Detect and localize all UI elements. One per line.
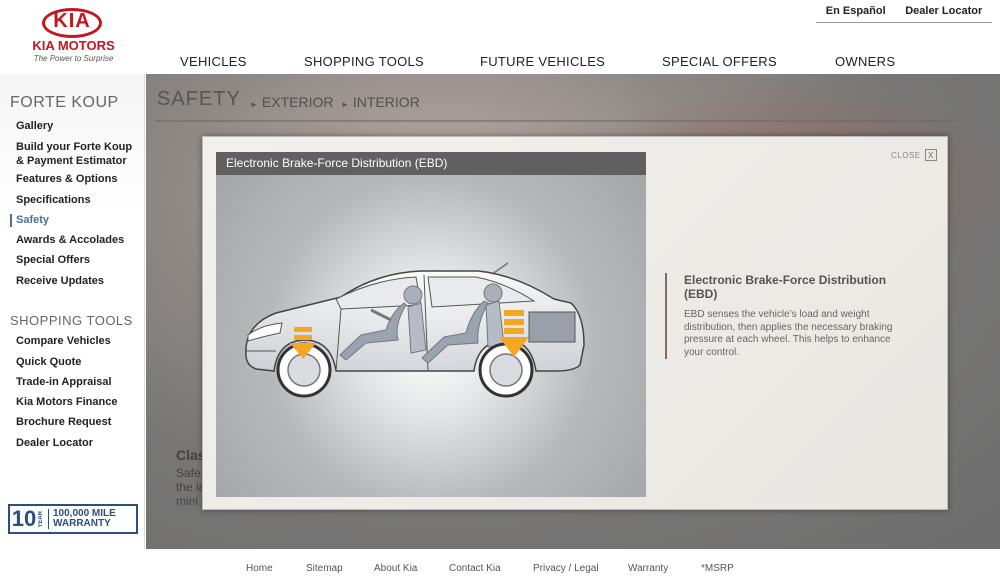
shopping-tools-heading: SHOPPING TOOLS (10, 313, 133, 328)
desc-body: EBD senses the vehicle’s load and weight… (684, 309, 893, 358)
sidebar-item-build[interactable]: Build your Forte Koup (16, 141, 132, 154)
sidebar-item-features[interactable]: Features & Options (16, 173, 117, 186)
footer: Home Sitemap About Kia Contact Kia Priva… (0, 549, 1000, 577)
background-text: the la (176, 480, 206, 494)
sidebar-item-trade-in[interactable]: Trade-in Appraisal (16, 376, 112, 389)
close-icon: X (924, 149, 937, 161)
warranty-line2: WARRANTY (53, 518, 111, 529)
footer-link-warranty[interactable]: Warranty (628, 563, 668, 574)
car-illustration-icon (245, 262, 585, 398)
background-text: Safe (176, 466, 201, 480)
warranty-text: 100,000 MILE WARRANTY (48, 509, 116, 529)
desc-title: Electronic Brake-Force Distribution (EBD… (684, 273, 887, 301)
warranty-year: YEAR (38, 510, 44, 528)
close-label: CLOSE (891, 150, 921, 160)
sidebar-item-finance[interactable]: Kia Motors Finance (16, 396, 117, 409)
dealer-locator-link[interactable]: Dealer Locator (905, 5, 982, 17)
utility-links: En Español Dealer Locator (816, 0, 992, 23)
sidebar-item-compare[interactable]: Compare Vehicles (16, 335, 111, 348)
sidebar-item-build-line2[interactable]: & Payment Estimator (16, 155, 127, 168)
footer-link-home[interactable]: Home (246, 563, 273, 574)
sidebar-item-brochure[interactable]: Brochure Request (16, 416, 111, 429)
sidebar: FORTE KOUP Gallery Build your Forte Koup… (0, 74, 145, 549)
kia-logo[interactable]: KIA KIA MOTORS The Power to Surprise (26, 8, 121, 66)
footer-link-privacy[interactable]: Privacy / Legal (533, 563, 599, 574)
active-indicator (10, 214, 12, 227)
nav-special-offers[interactable]: SPECIAL OFFERS (662, 54, 777, 69)
footer-link-sitemap[interactable]: Sitemap (306, 563, 343, 574)
ebd-animation[interactable] (216, 175, 646, 497)
arrow-right-icon: ► (250, 100, 258, 109)
nav-vehicles[interactable]: VEHICLES (180, 54, 247, 69)
ebd-modal: CLOSE X Electronic Brake-Force Distribut… (202, 136, 948, 510)
title-divider (155, 120, 955, 122)
sidebar-item-receive-updates[interactable]: Receive Updates (16, 275, 104, 288)
warranty-number: 10 (11, 506, 37, 531)
warranty-badge[interactable]: 10 YEAR 100,000 MILE WARRANTY (8, 504, 138, 534)
nav-future-vehicles[interactable]: FUTURE VEHICLES (480, 54, 605, 69)
sidebar-item-special-offers[interactable]: Special Offers (16, 254, 90, 267)
main-nav: VEHICLES SHOPPING TOOLS FUTURE VEHICLES … (147, 52, 1000, 74)
sidebar-item-quick-quote[interactable]: Quick Quote (16, 356, 81, 369)
sidebar-item-awards[interactable]: Awards & Accolades (16, 234, 124, 247)
nav-shopping-tools[interactable]: SHOPPING TOOLS (304, 54, 424, 69)
ebd-description: Electronic Brake-Force Distribution (EBD… (665, 273, 895, 359)
tab-interior[interactable]: ► INTERIOR (341, 94, 420, 110)
footer-link-contact[interactable]: Contact Kia (449, 563, 501, 574)
background-text: mini (176, 494, 199, 508)
footer-link-about[interactable]: About Kia (374, 563, 417, 574)
nav-owners[interactable]: OWNERS (835, 54, 895, 69)
video-title: Electronic Brake-Force Distribution (EBD… (216, 152, 646, 175)
arrow-right-icon: ► (341, 100, 349, 109)
espanol-link[interactable]: En Español (826, 5, 886, 17)
sidebar-item-dealer-locator[interactable]: Dealer Locator (16, 437, 93, 450)
sidebar-item-safety[interactable]: Safety (16, 214, 49, 227)
model-heading[interactable]: FORTE KOUP (10, 94, 119, 112)
footer-link-msrp[interactable]: *MSRP (701, 563, 734, 574)
logo-tagline: The Power to Surprise (33, 54, 114, 63)
tab-exterior[interactable]: ► EXTERIOR (250, 94, 334, 110)
logo-kia-text: KIA (53, 10, 91, 32)
sidebar-item-gallery[interactable]: Gallery (16, 120, 53, 133)
logo-brand-name: KIA MOTORS (32, 38, 115, 53)
page-title: SAFETY (157, 88, 241, 110)
close-button[interactable]: CLOSE X (891, 149, 937, 161)
sidebar-item-specifications[interactable]: Specifications (16, 194, 91, 207)
